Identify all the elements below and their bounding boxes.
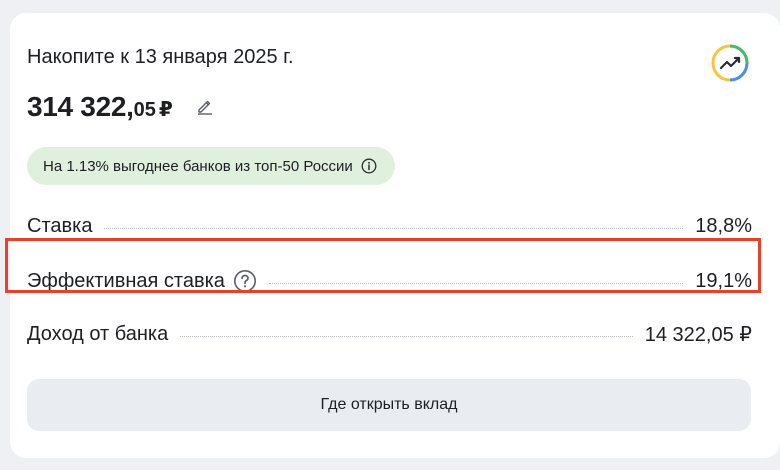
info-icon[interactable] xyxy=(361,158,377,174)
bank-income-value: 14 322,05 ₽ xyxy=(644,324,752,346)
where-to-open-deposit-button[interactable]: Где открыть вклад xyxy=(27,379,751,431)
dotted-leader xyxy=(180,336,633,337)
effective-rate-highlight xyxy=(5,238,761,293)
rate-label: Ставка xyxy=(27,215,93,237)
amount-currency: ₽ xyxy=(158,99,173,121)
rate-row: Ставка 18,8% xyxy=(27,215,752,238)
accumulated-amount: 314 322, 05 ₽ xyxy=(27,91,173,123)
accumulation-title: Накопите к 13 января 2025 г. xyxy=(27,46,294,68)
comparison-badge-text: На 1.13% выгоднее банков из топ-50 Росси… xyxy=(43,157,353,175)
amount-main: 314 322, xyxy=(27,91,134,122)
comparison-badge: На 1.13% выгоднее банков из топ-50 Росси… xyxy=(27,147,395,185)
dotted-leader xyxy=(104,228,684,229)
pencil-icon[interactable] xyxy=(196,97,214,115)
deposit-summary-card: Накопите к 13 января 2025 г. 314 322, 05 ₽… xyxy=(10,13,780,458)
growth-chart-icon xyxy=(711,44,749,82)
bank-income-label: Доход от банка xyxy=(27,323,169,345)
rate-value: 18,8% xyxy=(695,215,752,237)
bank-income-row: Доход от банка 14 322,05 ₽ xyxy=(27,322,752,347)
amount-cents: 05 xyxy=(133,99,156,121)
